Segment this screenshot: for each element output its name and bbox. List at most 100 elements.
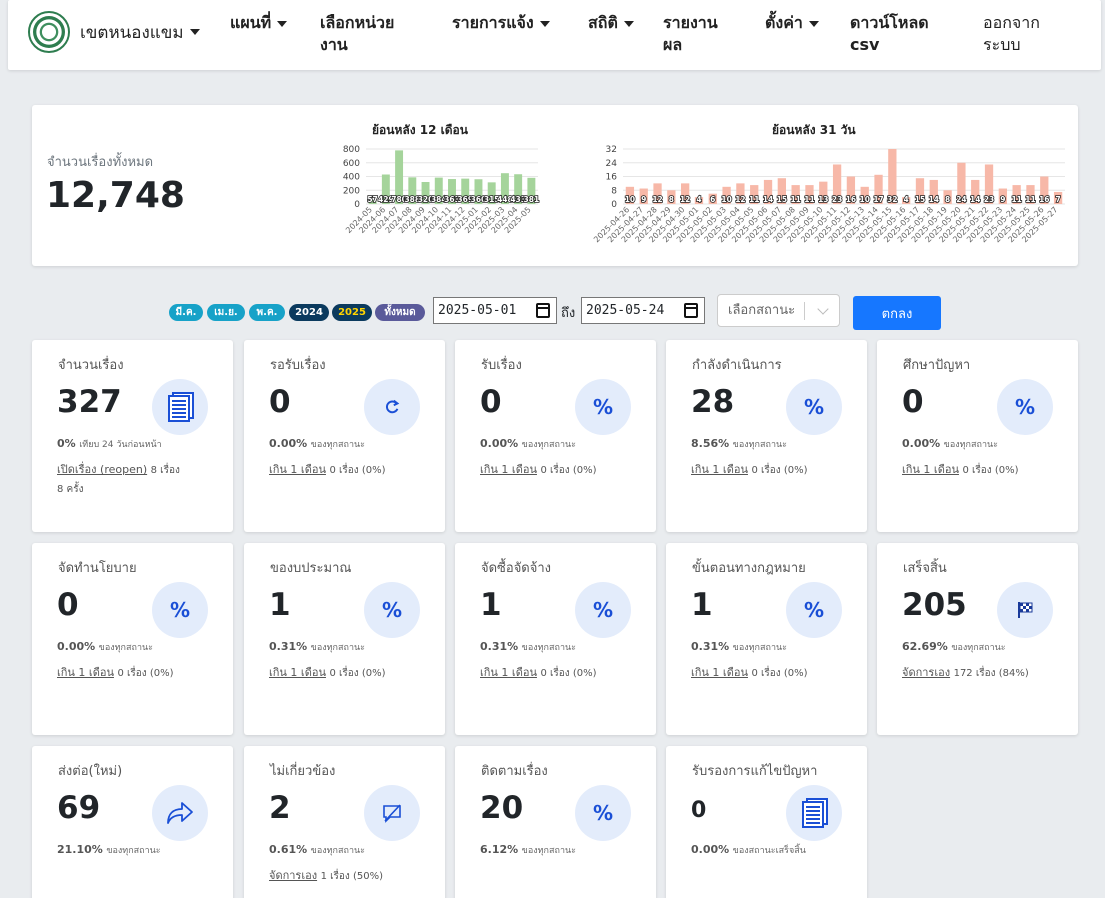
bar-value-label: 8 bbox=[945, 195, 950, 204]
status-card[interactable]: ของบประมาณ 1% 0.31% ของทุกสถานะ เกิน 1 เดือ… bbox=[244, 543, 445, 735]
y-tick-label: 0 bbox=[611, 200, 617, 210]
status-card[interactable]: เสร็จสิ้น 205 62.69% ของทุกสถานะ จัดการเอง … bbox=[877, 543, 1078, 735]
bar-value-label: 14 bbox=[970, 195, 980, 204]
nav-logout[interactable]: ออกจากระบบ bbox=[983, 12, 1063, 56]
card-link[interactable]: เกิน 1 เดือน bbox=[269, 463, 326, 476]
card-detail: เกิน 1 เดือน 0 เรื่อง (0%) bbox=[902, 463, 1019, 476]
brand-dropdown[interactable]: เขตหนองแขม bbox=[28, 11, 200, 53]
date-to-input[interactable]: 2025-05-24 bbox=[581, 297, 705, 324]
chart-title-days: ย้อนหลัง 31 วัน bbox=[772, 123, 856, 137]
brand-name: เขตหนองแขม bbox=[80, 22, 184, 43]
pill-month-apr[interactable]: เม.ย. bbox=[207, 304, 245, 321]
card-link[interactable]: เกิน 1 เดือน bbox=[57, 666, 114, 679]
card-link[interactable]: จัดการเอง bbox=[902, 666, 950, 679]
to-label: ถึง bbox=[561, 306, 576, 321]
status-select[interactable]: เลือกสถานะ bbox=[717, 294, 840, 327]
nav-reports-list[interactable]: รายการแจ้ง bbox=[452, 12, 582, 34]
percent-icon: % bbox=[575, 582, 631, 638]
card-detail: เกิน 1 เดือน 0 เรื่อง (0%) bbox=[691, 463, 808, 476]
y-tick-label: 32 bbox=[606, 145, 617, 155]
calendar-icon[interactable] bbox=[684, 303, 698, 318]
pill-year-2025[interactable]: 2025 bbox=[332, 304, 372, 321]
calendar-icon[interactable] bbox=[536, 303, 550, 318]
card-detail: เกิน 1 เดือน 0 เรื่อง (0%) bbox=[57, 666, 174, 679]
comment-slash-icon bbox=[364, 785, 420, 841]
refresh-icon bbox=[364, 379, 420, 435]
pill-month-mar[interactable]: มี.ค. bbox=[169, 304, 203, 321]
pill-month-may[interactable]: พ.ค. bbox=[249, 304, 285, 321]
card-link[interactable]: จัดการเอง bbox=[269, 869, 317, 882]
status-card[interactable]: จำนวนเรื่อง 327 0% เทียบ 24 วันก่อนหน้า เปิ… bbox=[32, 340, 233, 532]
card-title: ไม่เกี่ยวข้อง bbox=[270, 764, 336, 779]
card-value: 20 bbox=[480, 790, 524, 826]
bar-value-label: 16 bbox=[846, 195, 856, 204]
card-link[interactable]: เกิน 1 เดือน bbox=[480, 463, 537, 476]
card-detail: เกิน 1 เดือน 0 เรื่อง (0%) bbox=[691, 666, 808, 679]
percent-icon: % bbox=[152, 582, 208, 638]
bar-value-label: 10 bbox=[625, 195, 635, 204]
percent-icon: % bbox=[997, 379, 1053, 435]
card-detail: เกิน 1 เดือน 0 เรื่อง (0%) bbox=[480, 666, 597, 679]
status-card[interactable]: ติดตามเรื่อง 20% 6.12% ของทุกสถานะ bbox=[455, 746, 656, 898]
y-tick-label: 800 bbox=[343, 145, 360, 155]
card-title: ศึกษาปัญหา bbox=[903, 358, 971, 373]
nav-map[interactable]: แผนที่ bbox=[230, 12, 310, 34]
bar-value-label: 16 bbox=[1039, 195, 1049, 204]
card-title: ของบประมาณ bbox=[270, 561, 352, 576]
bar-value-label: 10 bbox=[721, 195, 731, 204]
card-value: 0 bbox=[57, 587, 79, 623]
chevron-down-icon bbox=[623, 20, 634, 27]
y-tick-label: 24 bbox=[606, 159, 618, 169]
top-navbar: เขตหนองแขม แผนที่ เลือกหน่วยงาน รายการแจ… bbox=[8, 0, 1101, 70]
bar-value-label: 4 bbox=[904, 195, 909, 204]
bar-value-label: 15 bbox=[777, 195, 787, 204]
documents-icon bbox=[152, 379, 208, 435]
card-link[interactable]: เกิน 1 เดือน bbox=[480, 666, 537, 679]
bar-value-label: 17 bbox=[873, 195, 883, 204]
card-link[interactable]: เกิน 1 เดือน bbox=[691, 666, 748, 679]
card-link[interactable]: เปิดเรื่อง (reopen) bbox=[57, 463, 147, 476]
card-detail: จัดการเอง 1 เรื่อง (50%) bbox=[269, 869, 384, 882]
card-title: จำนวนเรื่อง bbox=[58, 358, 124, 373]
y-tick-label: 400 bbox=[343, 173, 360, 183]
nav-results-report[interactable]: รายงานผล bbox=[663, 12, 733, 56]
card-value: 1 bbox=[691, 587, 713, 623]
card-detail: เปิดเรื่อง (reopen) 8 เรื่อง 8 ครั้ง bbox=[57, 463, 180, 495]
status-card[interactable]: ส่งต่อ(ใหม่) 69 21.10% ของทุกสถานะ bbox=[32, 746, 233, 898]
card-link[interactable]: เกิน 1 เดือน bbox=[902, 463, 959, 476]
status-card[interactable]: รับรองการแก้ไขปัญหา 0 0.00% ของสถานะเสร็จส… bbox=[666, 746, 867, 898]
status-card[interactable]: ไม่เกี่ยวข้อง 2 0.61% ของทุกสถานะ จัดการเอง… bbox=[244, 746, 445, 898]
status-card[interactable]: ขั้นตอนทางกฎหมาย 1% 0.31% ของทุกสถานะ เกิน … bbox=[666, 543, 867, 735]
status-card[interactable]: จัดซื้อจัดจ้าง 1% 0.31% ของทุกสถานะ เกิน 1 … bbox=[455, 543, 656, 735]
card-value: 0 bbox=[902, 384, 924, 420]
bar-value-label: 32 bbox=[887, 195, 897, 204]
nav-download-csv[interactable]: ดาวน์โหลด csv bbox=[850, 12, 950, 56]
status-card[interactable]: จัดทำนโยบาย 0% 0.00% ของทุกสถานะ เกิน 1 เดื… bbox=[32, 543, 233, 735]
status-card[interactable]: ศึกษาปัญหา 0% 0.00% ของทุกสถานะ เกิน 1 เดือ… bbox=[877, 340, 1078, 532]
nav-statistics[interactable]: สถิติ bbox=[588, 12, 658, 34]
date-from-input[interactable]: 2025-05-01 bbox=[433, 297, 557, 324]
card-link[interactable]: เกิน 1 เดือน bbox=[269, 666, 326, 679]
pill-all[interactable]: ทั้งหมด bbox=[375, 304, 425, 321]
bar-value-label: 9 bbox=[1000, 195, 1005, 204]
card-percent: 0.31% ของทุกสถานะ bbox=[691, 640, 787, 653]
card-value: 327 bbox=[57, 384, 122, 420]
bar-value-label: 4 bbox=[696, 195, 701, 204]
status-card[interactable]: รับเรื่อง 0% 0.00% ของทุกสถานะ เกิน 1 เดือน… bbox=[455, 340, 656, 532]
submit-button[interactable]: ตกลง bbox=[853, 296, 941, 330]
card-percent: 0.00% ของทุกสถานะ bbox=[269, 437, 365, 450]
y-tick-label: 200 bbox=[343, 186, 360, 196]
nav-settings[interactable]: ตั้งค่า bbox=[765, 12, 845, 34]
checkered-flag-icon bbox=[997, 582, 1053, 638]
card-title: ขั้นตอนทางกฎหมาย bbox=[692, 561, 806, 576]
bar-value-label: 13 bbox=[818, 195, 828, 204]
nav-select-agency[interactable]: เลือกหน่วยงาน bbox=[320, 12, 420, 56]
card-link[interactable]: เกิน 1 เดือน bbox=[691, 463, 748, 476]
bar-value-label: 57 bbox=[367, 195, 377, 204]
percent-icon: % bbox=[364, 582, 420, 638]
percent-icon: % bbox=[575, 379, 631, 435]
status-card[interactable]: กำลังดำเนินการ 28% 8.56% ของทุกสถานะ เกิน 1… bbox=[666, 340, 867, 532]
status-card[interactable]: รอรับเรื่อง 0 0.00% ของทุกสถานะ เกิน 1 เดือ… bbox=[244, 340, 445, 532]
card-title: ติดตามเรื่อง bbox=[481, 764, 548, 779]
pill-year-2024[interactable]: 2024 bbox=[289, 304, 329, 321]
